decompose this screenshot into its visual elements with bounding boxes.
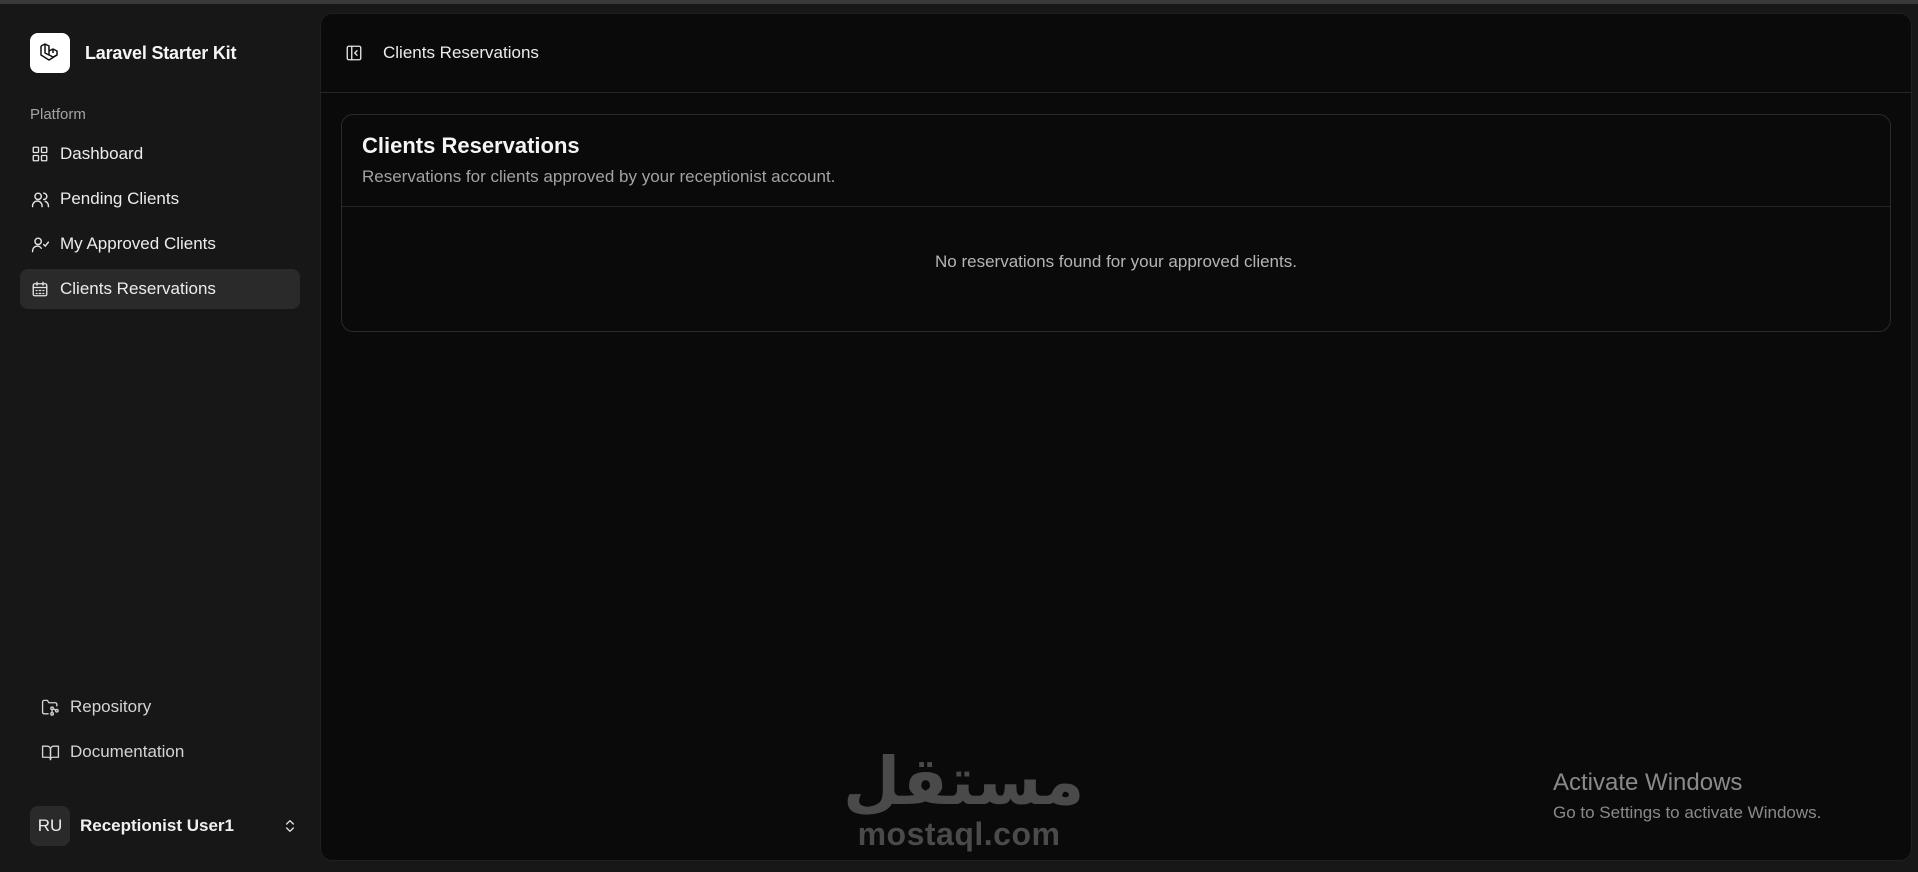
brand[interactable]: Laravel Starter Kit [30, 33, 236, 73]
sidebar-footer-links: Repository Documentation [30, 687, 300, 777]
repository-label: Repository [70, 697, 152, 716]
repository-link[interactable]: Repository [30, 687, 300, 727]
sidebar-item-dashboard[interactable]: Dashboard [20, 134, 300, 174]
sidebar-toggle-icon[interactable] [343, 42, 365, 64]
empty-state-message: No reservations found for your approved … [935, 252, 1297, 271]
documentation-label: Documentation [70, 742, 185, 761]
documentation-link[interactable]: Documentation [30, 732, 300, 772]
sidebar-item-label: Dashboard [60, 144, 144, 163]
sidebar-item-my-approved-clients[interactable]: My Approved Clients [20, 224, 300, 264]
card-header: Clients Reservations Reservations for cl… [342, 115, 1890, 207]
users-icon [30, 189, 50, 209]
sidebar-item-label: Pending Clients [60, 189, 180, 208]
layout-grid-icon [30, 144, 50, 164]
sidebar: Laravel Starter Kit Platform Dashboard P… [0, 4, 320, 872]
user-check-icon [30, 234, 50, 254]
user-name: Receptionist User1 [80, 816, 234, 835]
avatar: RU [30, 806, 70, 846]
user-menu[interactable]: RU Receptionist User1 [30, 806, 300, 846]
sidebar-nav: Dashboard Pending Clients My Approved Cl… [20, 134, 300, 314]
mostaql-watermark: مستقل mostaql.com [843, 744, 1085, 853]
main-panel: Clients Reservations Clients Reservation… [320, 13, 1912, 861]
folder-git-icon [40, 697, 60, 717]
card-description: Reservations for clients approved by you… [362, 167, 836, 186]
watermark-latin: mostaql.com [857, 816, 1061, 852]
activate-windows-overlay: Activate Windows Go to Settings to activ… [1553, 769, 1821, 823]
laravel-logo-icon [30, 33, 70, 73]
sidebar-item-label: Clients Reservations [60, 279, 216, 298]
app-name: Laravel Starter Kit [85, 42, 237, 63]
breadcrumb[interactable]: Clients Reservations [383, 43, 539, 63]
watermark-arabic: مستقل [843, 744, 1085, 818]
book-open-icon [40, 742, 60, 762]
sidebar-item-pending-clients[interactable]: Pending Clients [20, 179, 300, 219]
reservations-card: Clients Reservations Reservations for cl… [341, 114, 1891, 332]
activate-windows-title: Activate Windows [1553, 769, 1743, 796]
sidebar-item-label: My Approved Clients [60, 234, 216, 253]
sidebar-item-clients-reservations[interactable]: Clients Reservations [20, 269, 300, 309]
chevrons-up-down-icon[interactable] [280, 816, 300, 836]
page-title: Clients Reservations [362, 133, 580, 158]
empty-state: No reservations found for your approved … [342, 207, 1890, 331]
page-header: Clients Reservations [321, 14, 1911, 93]
activate-windows-subtitle: Go to Settings to activate Windows. [1553, 803, 1822, 822]
nav-group-label: Platform [30, 106, 86, 123]
calendar-icon [30, 279, 50, 299]
